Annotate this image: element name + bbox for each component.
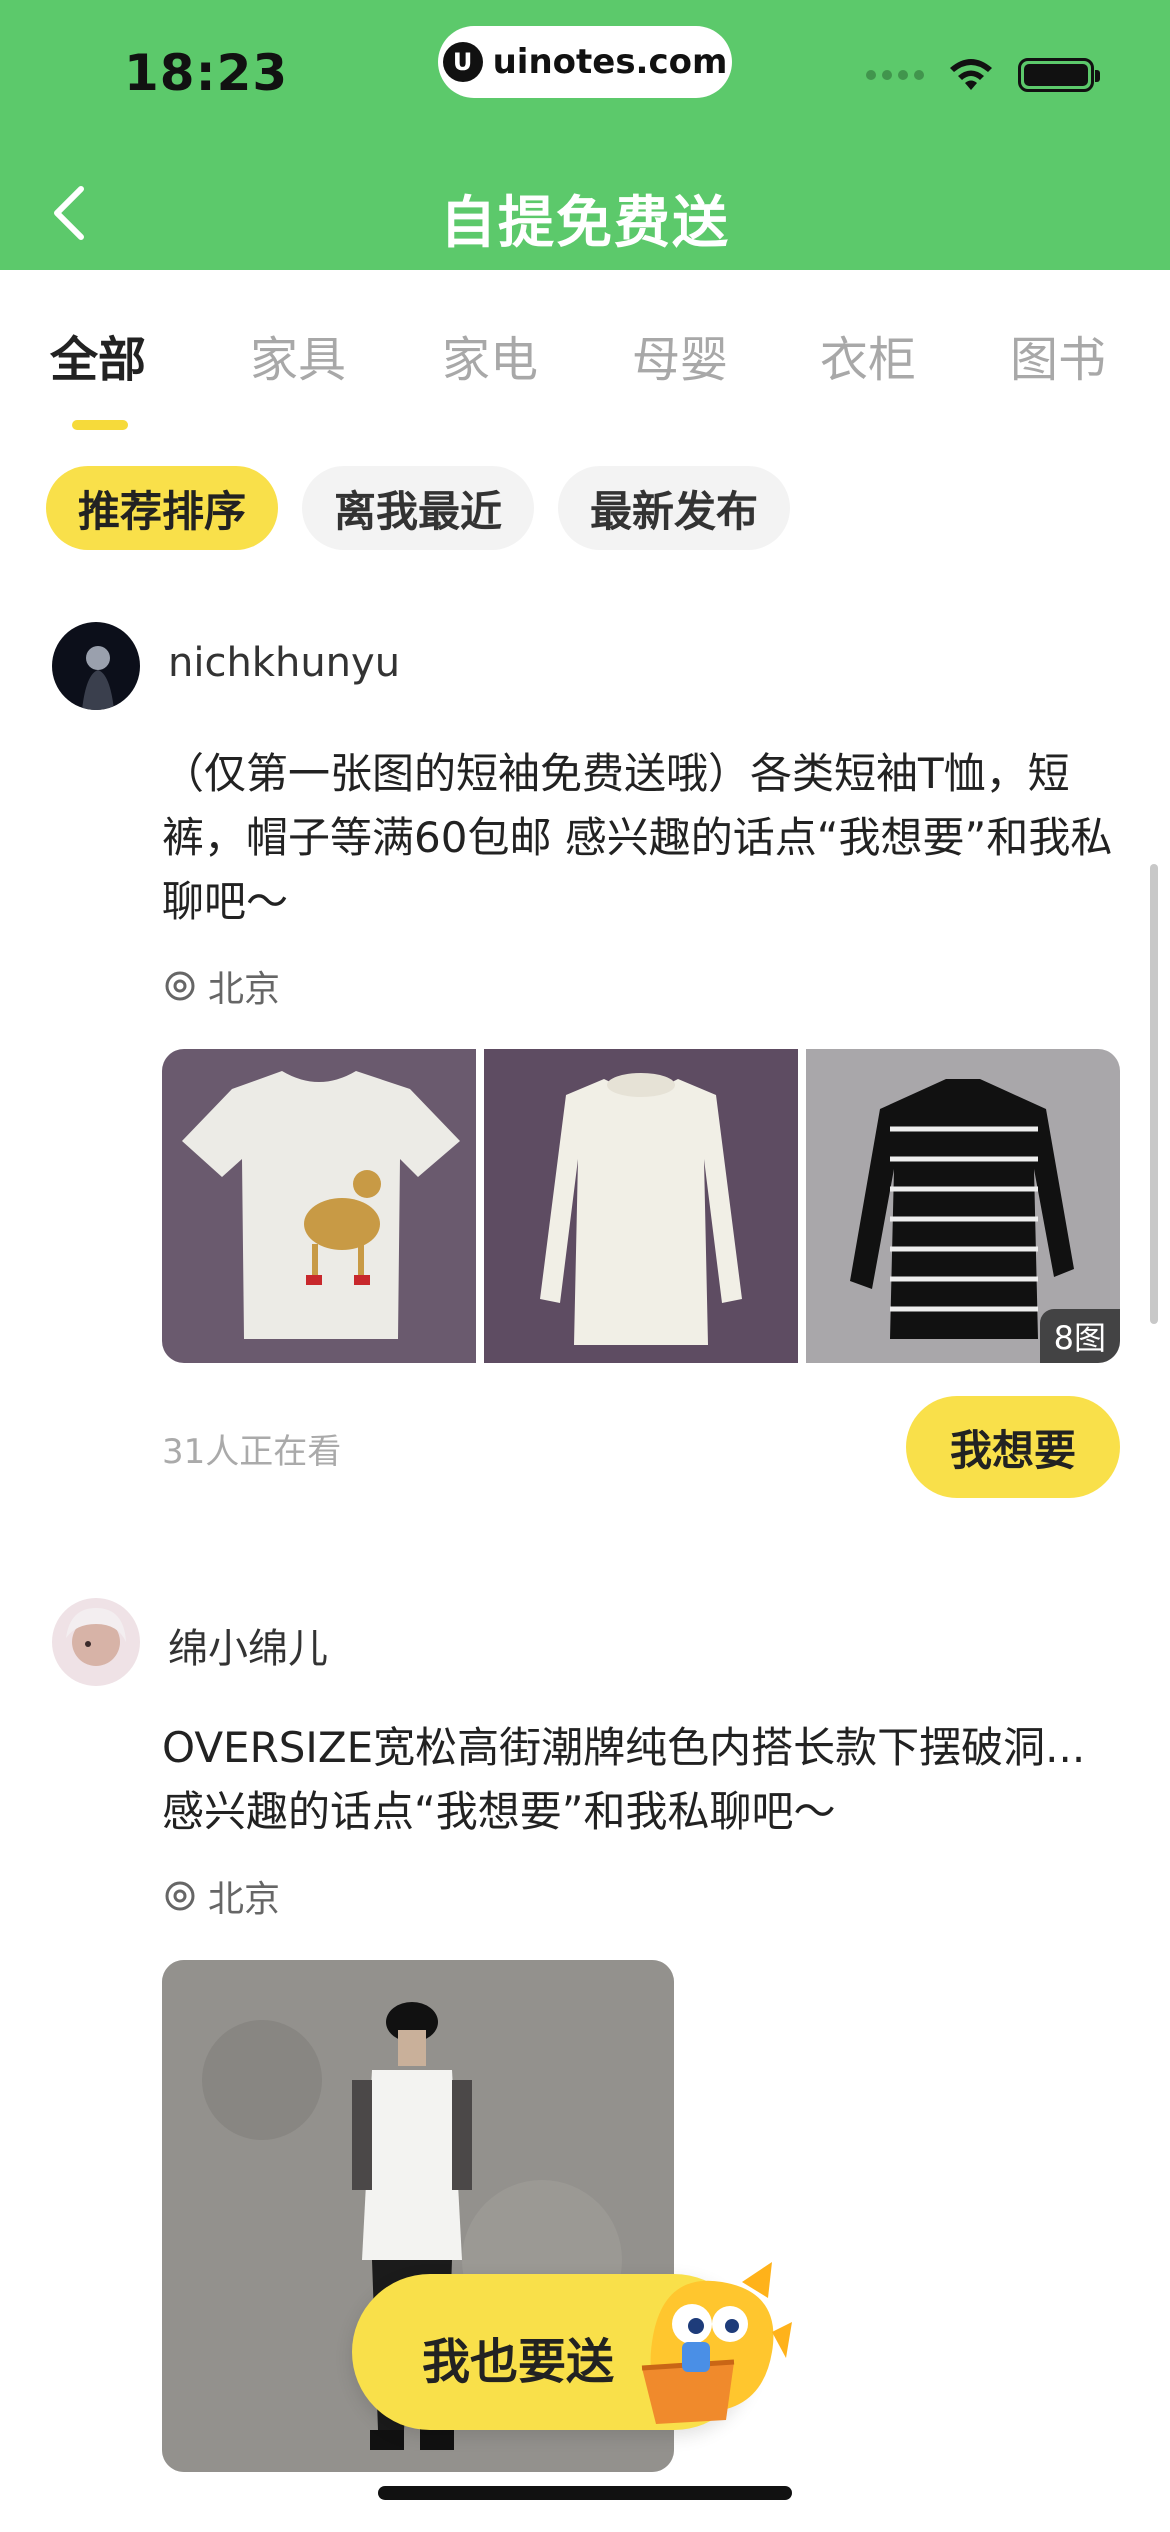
tab-indicator <box>72 420 128 430</box>
striped-sweater-photo[interactable]: 8图 <box>806 1049 1120 1363</box>
location-text: 北京 <box>208 1879 281 1920</box>
wifi-icon <box>950 59 992 90</box>
tab-books[interactable]: 图书 <box>1010 320 1106 390</box>
tab-appliances[interactable]: 家电 <box>442 320 538 390</box>
location: 北京 <box>164 960 280 1012</box>
post-images: 8图 <box>162 1049 1120 1363</box>
post-text: （仅第一张图的短袖免费送哦）各类短袖T恤，短裤，帽子等满60包邮 感兴趣的话点“… <box>162 749 1113 926</box>
header-bar: 18:23 U uinotes.com 自提免费送 <box>0 0 1170 270</box>
sort-chips: 推荐排序 离我最近 最新发布 <box>46 466 791 550</box>
want-button[interactable]: 我想要 <box>906 1396 1120 1498</box>
image-count-badge: 8图 <box>1039 1309 1120 1363</box>
signal-icon <box>866 70 924 80</box>
tab-baby[interactable]: 母婴 <box>632 320 728 390</box>
sweater-photo[interactable] <box>484 1049 798 1363</box>
page-title: 自提免费送 <box>440 191 730 256</box>
give-away-label: 我也要送 <box>422 2334 615 2390</box>
sort-recommended-chip[interactable]: 推荐排序 <box>46 466 279 550</box>
location-pin-icon <box>165 1881 195 1911</box>
tshirt-photo[interactable] <box>162 1049 476 1363</box>
username[interactable]: nichkhunyu <box>168 640 400 686</box>
sort-nearest-chip[interactable]: 离我最近 <box>302 466 535 550</box>
location: 北京 <box>164 1870 280 1922</box>
mascot-fish-icon <box>641 2262 792 2424</box>
viewer-count: 31人正在看 <box>162 1432 342 1472</box>
home-indicator <box>378 2486 792 2500</box>
site-logo-icon: U <box>442 42 483 82</box>
scrollbar[interactable] <box>1150 864 1158 1324</box>
tab-wardrobe[interactable]: 衣柜 <box>820 320 916 390</box>
avatar[interactable] <box>52 1598 140 1686</box>
url-text: uinotes.com <box>492 42 728 82</box>
status-icons <box>866 56 1100 94</box>
avatar[interactable] <box>52 622 140 710</box>
location-text: 北京 <box>208 969 281 1010</box>
post-text: OVERSIZE宽松高街潮牌纯色内搭长款下摆破洞... 感兴趣的话点“我想要”和… <box>162 1723 1086 1836</box>
sort-newest-chip[interactable]: 最新发布 <box>558 466 791 550</box>
tab-furniture[interactable]: 家具 <box>250 320 346 390</box>
tab-all[interactable]: 全部 <box>50 320 146 390</box>
location-pin-icon <box>165 971 195 1001</box>
battery-icon <box>1018 58 1100 92</box>
url-pill[interactable]: U uinotes.com <box>438 26 732 98</box>
username[interactable]: 绵小绵儿 <box>168 1616 328 1674</box>
category-tabs: 全部 家具 家电 母婴 衣柜 图书 <box>0 320 1170 430</box>
status-time: 18:23 <box>124 44 289 102</box>
